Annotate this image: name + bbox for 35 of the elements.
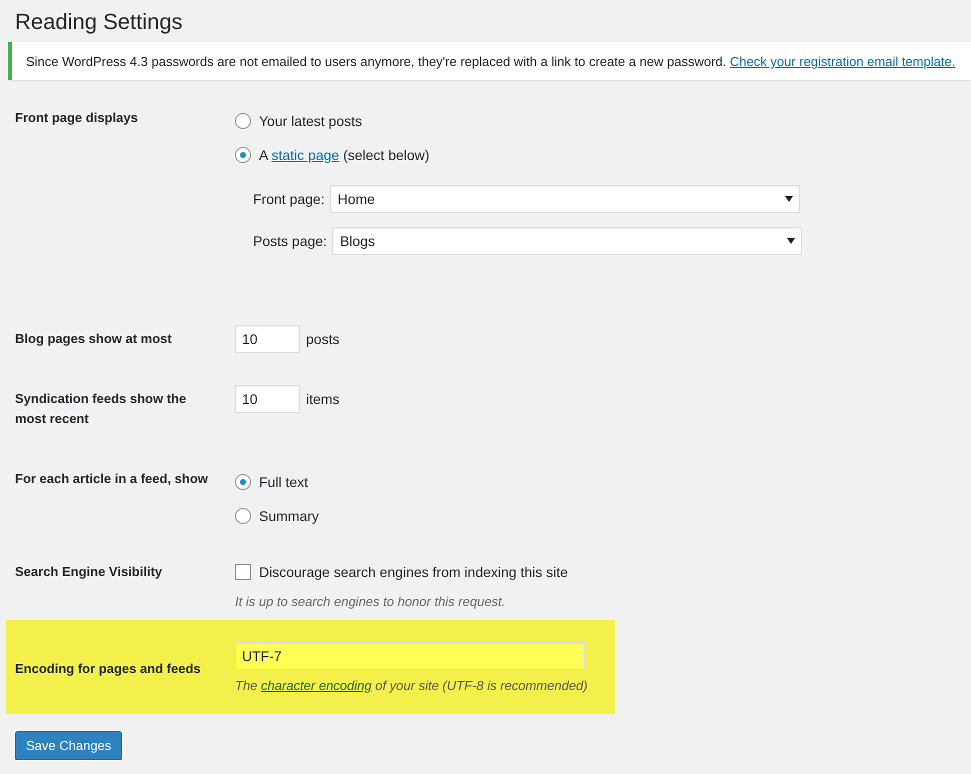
unit-label: posts bbox=[306, 331, 340, 347]
select-label: Front page: bbox=[253, 190, 325, 209]
unit-label: items bbox=[306, 391, 340, 407]
setting-label: Search Engine Visibility bbox=[15, 563, 164, 581]
radio-label: Your latest posts bbox=[259, 112, 362, 131]
checkbox[interactable] bbox=[235, 564, 251, 580]
page-title: Reading Settings bbox=[15, 8, 184, 35]
radio-button[interactable] bbox=[235, 113, 251, 129]
setting-label: Encoding for pages and feeds bbox=[15, 660, 202, 678]
setting-label: Front page displays bbox=[15, 109, 139, 127]
select-label: Posts page: bbox=[253, 232, 327, 251]
setting-label: Blog pages show at most bbox=[15, 330, 173, 348]
radio-button[interactable] bbox=[235, 508, 251, 524]
registration-email-link[interactable]: Check your registration email template. bbox=[730, 54, 956, 69]
setting-label: For each article in a feed, show bbox=[15, 470, 209, 488]
radio-label: Full text bbox=[259, 473, 308, 492]
caret-icon bbox=[786, 238, 795, 244]
number-field[interactable]: 10 bbox=[235, 385, 300, 413]
select-field[interactable]: Home bbox=[330, 185, 800, 213]
select-field[interactable]: Blogs bbox=[332, 227, 802, 255]
save-changes-button[interactable]: Save Changes bbox=[15, 731, 122, 760]
caret-icon bbox=[784, 196, 793, 202]
static-page-link[interactable]: static page bbox=[271, 147, 340, 163]
character-encoding-link[interactable]: character encoding bbox=[261, 678, 372, 693]
radio-label: A static page (select below) bbox=[259, 146, 430, 165]
field-description: The character encoding of your site (UTF-8 is recommended) bbox=[235, 677, 588, 695]
checkbox-label: Discourage search engines from indexing this site bbox=[259, 563, 568, 582]
setting-label: Syndication feeds show the most recent bbox=[15, 390, 188, 428]
text-field[interactable]: UTF-7 bbox=[235, 642, 585, 670]
radio-button[interactable] bbox=[235, 474, 251, 490]
field-description: It is up to search engines to honor this request. bbox=[235, 593, 506, 611]
number-field[interactable]: 10 bbox=[235, 325, 300, 353]
notice-text: Since WordPress 4.3 passwords are not emailed to users anymore, they're replaced with a link to create a new password. bbox=[26, 54, 726, 69]
radio-label: Summary bbox=[259, 507, 319, 526]
radio-button[interactable] bbox=[235, 147, 251, 163]
